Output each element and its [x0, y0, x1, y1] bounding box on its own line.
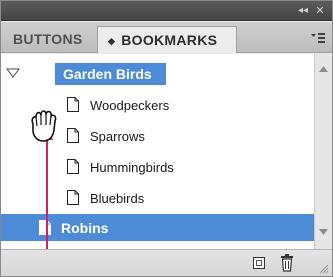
tab-row: BUTTONS ◆ BOOKMARKS [1, 22, 332, 53]
new-bookmark-icon[interactable] [251, 255, 267, 271]
resize-grip-icon[interactable] [317, 262, 329, 274]
bookmark-page-icon [67, 128, 79, 143]
bookmarks-panel: ◂◂ ✕ BUTTONS ◆ BOOKMARKS Garden Birds Wo… [0, 0, 333, 277]
panel-menu-icon[interactable] [310, 30, 326, 46]
bookmark-label: Woodpeckers [90, 98, 170, 113]
bookmark-list: Garden Birds Woodpeckers Sparrows Hummin… [1, 54, 314, 249]
scroll-up-icon[interactable] [319, 66, 328, 72]
scroll-down-icon[interactable] [319, 229, 328, 235]
tab-buttons-label: BUTTONS [13, 31, 83, 47]
vertical-scrollbar[interactable] [314, 54, 332, 249]
bookmark-label: Sparrows [90, 129, 145, 144]
tab-bookmarks[interactable]: ◆ BOOKMARKS [97, 26, 237, 53]
bookmark-label: Garden Birds [63, 66, 152, 82]
expand-triangle-icon[interactable] [6, 68, 20, 78]
bookmark-label: Hummingbirds [90, 160, 174, 175]
bookmark-page-icon [67, 190, 79, 205]
close-icon[interactable]: ✕ [314, 4, 326, 17]
tab-bookmarks-label: BOOKMARKS [121, 32, 218, 48]
bookmark-page-icon [67, 97, 79, 112]
trash-icon[interactable] [279, 253, 295, 272]
panel-footer [1, 249, 332, 276]
bookmark-label: Bluebirds [90, 191, 145, 206]
bookmark-page-icon [67, 159, 79, 174]
tab-buttons[interactable]: BUTTONS [9, 26, 97, 53]
tab-reorder-icon: ◆ [108, 36, 116, 46]
bookmark-label: Robins [61, 220, 109, 236]
panel-title-strip: ◂◂ ✕ [1, 1, 332, 21]
hand-cursor-icon [31, 110, 57, 142]
bookmark-item-garden-birds[interactable]: Garden Birds [1, 60, 314, 88]
collapse-panel-icon[interactable]: ◂◂ [296, 4, 310, 17]
